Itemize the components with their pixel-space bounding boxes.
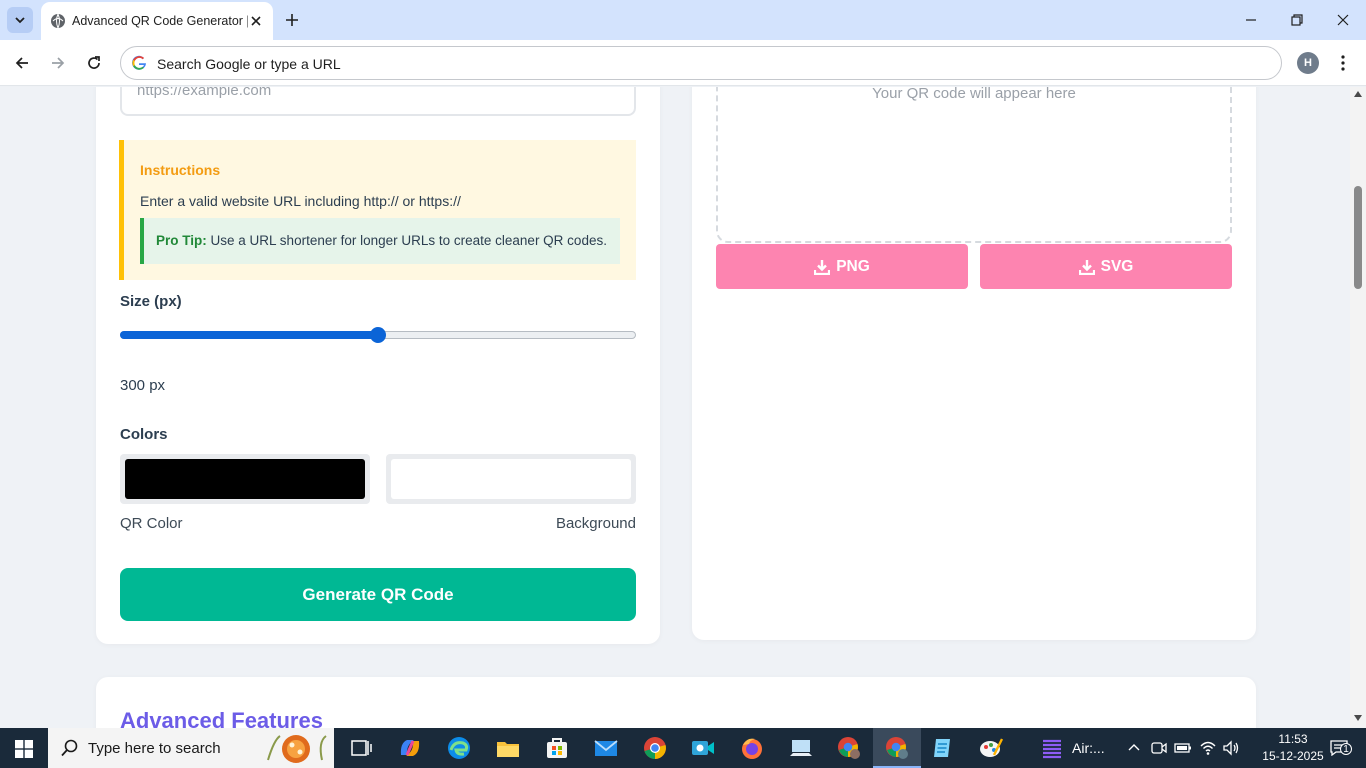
background-color-label: Background — [555, 515, 636, 532]
chevron-down-icon — [15, 17, 25, 24]
instructions-text: Enter a valid website URL including http… — [140, 193, 461, 209]
taskbar-search-text: Type here to search — [88, 740, 221, 757]
download-png-label: PNG — [836, 257, 870, 275]
qr-preview-area: Your QR code will appear here — [716, 87, 1232, 243]
copilot-icon[interactable] — [397, 735, 423, 761]
taskbar-active-app[interactable] — [873, 728, 921, 768]
size-label: Size (px) — [120, 293, 182, 310]
colors-label: Colors — [120, 426, 168, 443]
paint-icon[interactable] — [978, 735, 1004, 761]
background-color-swatch — [391, 459, 631, 499]
restore-icon[interactable] — [1285, 8, 1309, 32]
globe-icon — [51, 13, 65, 29]
close-window-icon[interactable] — [1331, 8, 1355, 32]
new-tab-icon[interactable] — [282, 10, 302, 30]
microsoft-store-icon[interactable] — [544, 735, 570, 761]
chrome-profile-r-icon[interactable] — [836, 735, 862, 761]
notification-count: 1 — [1340, 743, 1352, 755]
air-app-icon[interactable] — [1039, 735, 1065, 761]
volume-icon[interactable] — [1222, 739, 1240, 757]
download-svg-button[interactable]: SVG — [980, 244, 1232, 289]
battery-icon[interactable] — [1174, 740, 1192, 756]
address-bar-text: Search Google or type a URL — [157, 56, 341, 72]
scroll-up-icon[interactable] — [1354, 91, 1362, 97]
profile-avatar[interactable]: H — [1297, 52, 1319, 74]
address-bar[interactable]: Search Google or type a URL — [120, 46, 1282, 80]
browser-toolbar: Search Google or type a URL H — [0, 40, 1366, 86]
tab-title: Advanced QR Code Generator | — [72, 14, 248, 28]
forward-icon[interactable] — [46, 51, 70, 75]
features-card: Advanced Features — [96, 677, 1256, 728]
generator-form-card: https://example.com Instructions Enter a… — [96, 87, 660, 644]
meet-now-icon[interactable] — [1151, 740, 1167, 756]
generate-qr-button[interactable]: Generate QR Code — [120, 568, 636, 621]
pro-tip-text: Use a URL shortener for longer URLs to c… — [210, 233, 607, 248]
size-value: 300 px — [120, 377, 166, 394]
taskbar-clock[interactable]: 11:53 15-12-2025 — [1262, 731, 1324, 765]
clock-date: 15-12-2025 — [1262, 749, 1324, 763]
chrome-icon[interactable] — [642, 735, 668, 761]
page-scrollbar[interactable] — [1350, 87, 1366, 728]
firefox-icon[interactable] — [739, 735, 765, 761]
reload-icon[interactable] — [82, 51, 106, 75]
page-viewport: https://example.com Instructions Enter a… — [0, 87, 1350, 728]
tab-search-button[interactable] — [7, 7, 33, 33]
scroll-down-icon[interactable] — [1354, 715, 1362, 721]
edge-icon[interactable] — [446, 735, 472, 761]
download-svg-label: SVG — [1100, 257, 1134, 275]
instructions-box: Instructions Enter a valid website URL i… — [119, 140, 636, 280]
more-menu-icon[interactable] — [1333, 52, 1353, 74]
notepad-icon[interactable] — [930, 735, 956, 761]
qr-color-swatch — [125, 459, 365, 499]
download-icon — [1078, 259, 1095, 275]
size-slider[interactable] — [120, 327, 636, 343]
notification-center-icon[interactable]: 1 — [1330, 740, 1352, 757]
download-png-button[interactable]: PNG — [716, 244, 968, 289]
qr-placeholder-text: Your QR code will appear here — [872, 87, 1076, 102]
search-highlight-icon — [267, 735, 327, 763]
search-icon — [61, 739, 78, 757]
air-app-label: Air:... — [1072, 740, 1105, 756]
tab-close-icon[interactable] — [248, 13, 264, 29]
wifi-icon[interactable] — [1199, 739, 1217, 757]
chrome-profile-h-icon — [886, 737, 908, 759]
background-color-picker[interactable] — [386, 454, 636, 504]
size-slider-fill — [120, 331, 378, 339]
clock-time: 11:53 — [1278, 732, 1308, 746]
download-icon — [814, 259, 831, 275]
instructions-title: Instructions — [140, 162, 221, 178]
pro-tip-box: Pro Tip: Use a URL shortener for longer … — [140, 218, 620, 264]
file-explorer-icon[interactable] — [495, 735, 521, 761]
tab-strip: Advanced QR Code Generator | — [0, 0, 1366, 40]
back-icon[interactable] — [10, 51, 34, 75]
taskbar-search-box[interactable]: Type here to search — [48, 728, 334, 768]
qr-color-picker[interactable] — [120, 454, 370, 504]
qr-color-label: QR Color — [120, 515, 183, 532]
windows-start-icon[interactable] — [15, 740, 33, 758]
taskbar: Type here to search Air:... 11:53 15-12-… — [0, 728, 1366, 768]
task-view-icon[interactable] — [348, 735, 374, 761]
meet-icon[interactable] — [690, 735, 716, 761]
browser-tab[interactable]: Advanced QR Code Generator | — [41, 2, 273, 40]
google-icon — [132, 55, 146, 70]
scrollbar-thumb[interactable] — [1354, 186, 1362, 289]
size-slider-thumb[interactable] — [370, 327, 386, 343]
this-pc-icon[interactable] — [788, 735, 814, 761]
minimize-icon[interactable] — [1239, 8, 1263, 32]
qr-preview-card: Your QR code will appear here PNG SVG — [692, 87, 1256, 640]
chevron-up-icon[interactable] — [1128, 742, 1140, 754]
mail-icon[interactable] — [593, 735, 619, 761]
features-title: Advanced Features — [120, 708, 323, 728]
pro-tip-label: Pro Tip: — [156, 233, 207, 248]
url-input[interactable]: https://example.com — [120, 87, 636, 116]
